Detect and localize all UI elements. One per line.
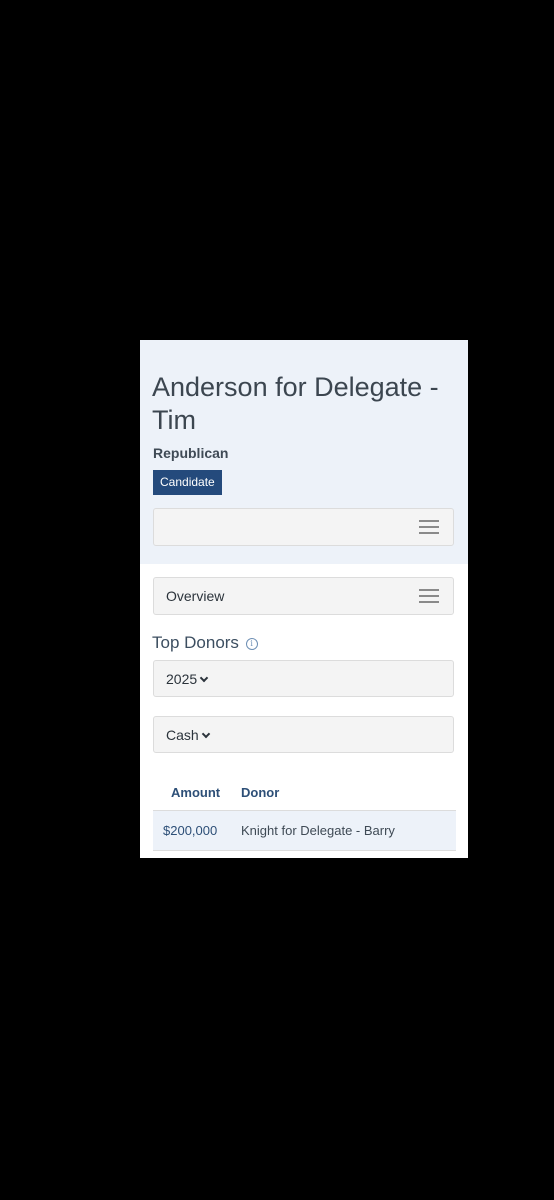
chevron-down-icon (199, 673, 209, 683)
party-label: Republican (153, 445, 229, 461)
overview-nav-bar[interactable]: Overview (153, 577, 454, 615)
main-nav-bar[interactable] (153, 508, 454, 546)
campaign-header: Anderson for Delegate - Tim Republican C… (140, 340, 468, 564)
chevron-down-icon (201, 729, 210, 739)
hamburger-menu-icon[interactable] (419, 520, 439, 534)
contribution-type-dropdown[interactable]: Cash (153, 716, 454, 753)
candidate-badge[interactable]: Candidate (153, 470, 222, 495)
year-value: 2025 (166, 671, 198, 687)
column-header-donor[interactable]: Donor (231, 774, 456, 811)
hamburger-menu-icon[interactable] (419, 589, 439, 603)
type-value: Cash (166, 727, 199, 743)
year-dropdown-value: 2025 (166, 671, 209, 687)
info-icon[interactable]: i (245, 637, 258, 650)
campaign-card: Anderson for Delegate - Tim Republican C… (140, 340, 468, 858)
contribution-type-value: Cash (166, 727, 210, 743)
year-dropdown[interactable]: 2025 (153, 660, 454, 697)
donor-amount: $200,000 (153, 810, 231, 851)
top-donors-title: Top Donors i (152, 633, 258, 653)
table-row: $200,000 Knight for Delegate - Barry (153, 810, 456, 851)
page-title: Anderson for Delegate - Tim (152, 372, 439, 435)
donor-name[interactable]: Knight for Delegate - Barry (231, 810, 456, 851)
column-header-amount[interactable]: Amount (153, 774, 231, 811)
top-donors-title-text: Top Donors (152, 633, 239, 652)
donors-table: Amount Donor $200,000 Knight for Delegat… (153, 774, 456, 851)
overview-label: Overview (166, 588, 225, 604)
table-header-row: Amount Donor (153, 774, 456, 811)
